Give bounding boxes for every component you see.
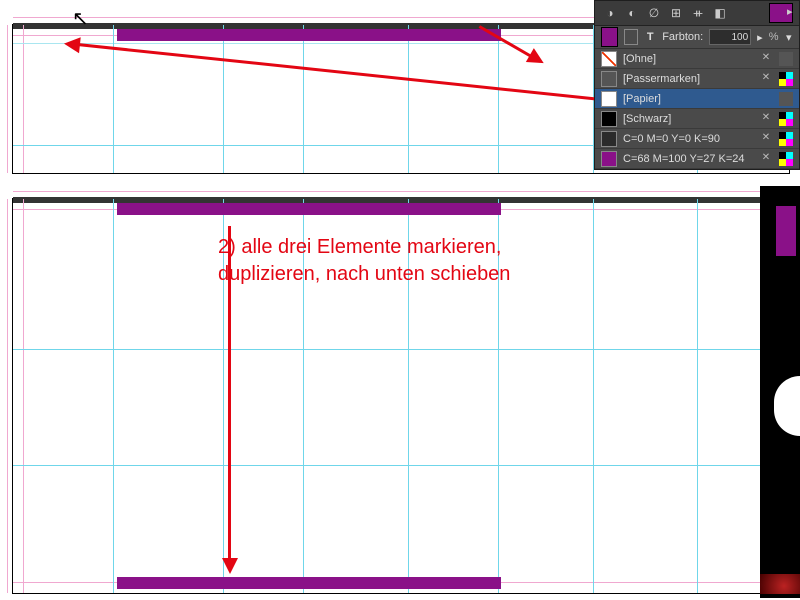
tint-suffix: %	[769, 31, 779, 43]
margin-left	[23, 199, 24, 593]
swatch-name: C=68 M=100 Y=27 K=24	[623, 153, 753, 165]
lock-icon: ✕	[759, 152, 773, 166]
panel-tabs: ◑ ◐ ∅ ⊞ ᚑ ◧	[595, 1, 799, 26]
swatch-row[interactable]: [Papier]	[595, 89, 799, 109]
swatch-name: [Schwarz]	[623, 113, 753, 125]
guide	[113, 199, 114, 593]
panel-menu-icon[interactable]: ▸	[787, 5, 797, 17]
lock-icon: ✕	[759, 132, 773, 146]
tint-row: T Farbton: ▸ % ▾	[595, 26, 799, 49]
stroke-swatch-icon[interactable]	[624, 29, 638, 45]
tint-menu-icon[interactable]: ▾	[784, 31, 793, 44]
swatch-row[interactable]: C=68 M=100 Y=27 K=24 ✕	[595, 149, 799, 169]
color-mode-icon	[779, 112, 793, 126]
guide	[303, 25, 304, 173]
guide	[408, 25, 409, 173]
cursor-icon: ↖	[72, 6, 89, 31]
text-fill-icon[interactable]: T	[644, 31, 656, 43]
swatch-name: [Ohne]	[623, 53, 753, 65]
purple-bar-upper[interactable]	[117, 203, 501, 215]
color-mode-icon	[779, 132, 793, 146]
swatch-color	[601, 111, 617, 127]
swatch-name: [Passermarken]	[623, 73, 753, 85]
bleed-left	[7, 199, 8, 593]
color-mode-icon	[779, 72, 793, 86]
lock-icon	[759, 92, 773, 106]
swatch-row[interactable]: [Ohne] ✕	[595, 49, 799, 69]
tab-icon[interactable]: ◐	[623, 4, 641, 22]
swatch-color	[601, 91, 617, 107]
swatch-name: [Papier]	[623, 93, 753, 105]
tab-icon[interactable]: ᚑ	[689, 4, 707, 22]
swatch-name: C=0 M=0 Y=0 K=90	[623, 133, 753, 145]
tab-icon[interactable]: ∅	[645, 4, 663, 22]
bleed-left	[7, 25, 8, 173]
margin-left	[23, 25, 24, 173]
guide	[498, 25, 499, 173]
lock-icon: ✕	[759, 112, 773, 126]
swatch-color	[601, 131, 617, 147]
swatch-color	[601, 51, 617, 67]
canvas: ↖ 1) 2) alle drei Elemente markieren, du…	[0, 0, 800, 600]
guide	[13, 465, 789, 466]
swatch-color	[601, 151, 617, 167]
tab-icon[interactable]: ⊞	[667, 4, 685, 22]
guide	[223, 25, 224, 173]
swatch-row[interactable]: [Passermarken] ✕	[595, 69, 799, 89]
bleed-top	[13, 191, 789, 192]
swatch-row[interactable]: C=0 M=0 Y=0 K=90 ✕	[595, 129, 799, 149]
color-mode-icon	[779, 52, 793, 66]
preview-right	[760, 186, 800, 598]
lock-icon: ✕	[759, 72, 773, 86]
color-mode-icon	[779, 152, 793, 166]
purple-bar-top[interactable]	[117, 29, 501, 41]
swatch-row[interactable]: [Schwarz] ✕	[595, 109, 799, 129]
fill-swatch[interactable]	[601, 27, 618, 47]
tab-icon[interactable]: ◧	[711, 4, 729, 22]
annotation-step2: 2) alle drei Elemente markieren, duplizi…	[218, 234, 598, 288]
swatches-panel[interactable]: ▸ ◑ ◐ ∅ ⊞ ᚑ ◧ T Farbton: ▸ % ▾ [Ohne]✕[P…	[594, 0, 800, 170]
purple-bar-lower[interactable]	[117, 577, 501, 589]
tab-icon[interactable]: ◑	[601, 4, 619, 22]
swatch-color	[601, 71, 617, 87]
lock-icon: ✕	[759, 52, 773, 66]
tint-arrow-icon[interactable]: ▸	[757, 31, 763, 44]
guide	[697, 199, 698, 593]
guide	[13, 349, 789, 350]
tint-label: Farbton:	[662, 31, 703, 43]
tint-input[interactable]	[709, 29, 751, 45]
color-mode-icon	[779, 92, 793, 106]
